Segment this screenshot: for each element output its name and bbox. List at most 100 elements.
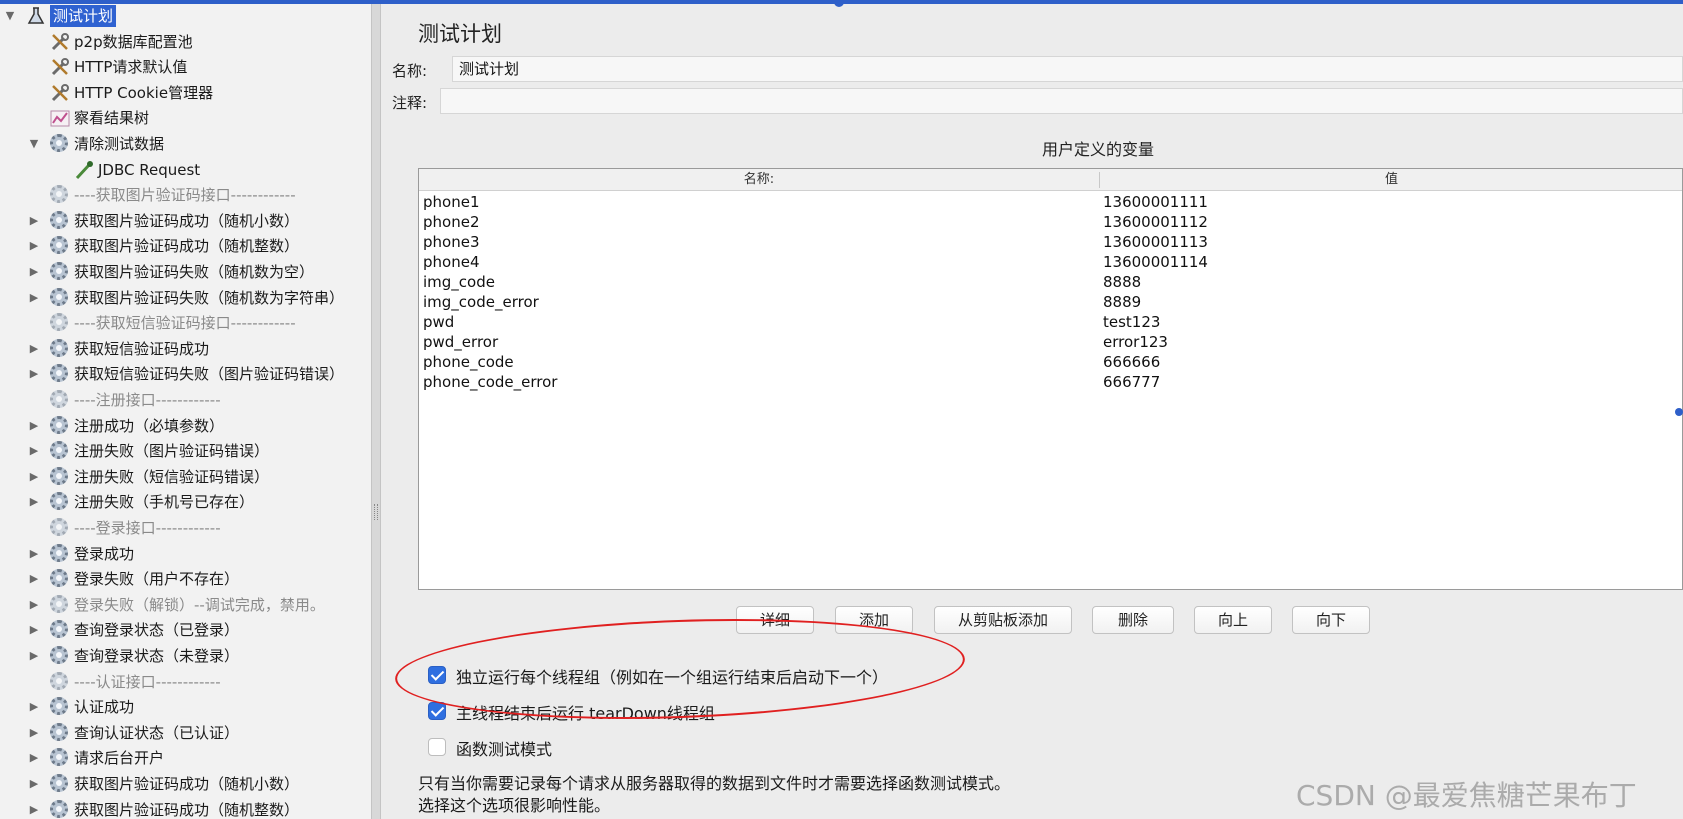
collapsed-arrow-icon[interactable]: ▶ (28, 644, 40, 668)
tree-item[interactable]: ▼ 清除测试数据 (0, 132, 371, 156)
table-row[interactable]: phone_code 666666 (419, 352, 1682, 373)
table-row[interactable]: phone3 13600001113 (419, 232, 1682, 253)
teardown-checkbox[interactable] (428, 702, 446, 720)
tree-item[interactable]: ----获取短信验证码接口------------ (0, 311, 371, 335)
tree-item[interactable]: ▶ 获取图片验证码失败（随机数为空） (0, 260, 371, 284)
collapsed-arrow-icon[interactable]: ▶ (28, 465, 40, 489)
tree-item[interactable]: ▼ 测试计划 (0, 4, 371, 28)
variable-value-cell[interactable]: test123 (1103, 312, 1160, 333)
collapsed-arrow-icon[interactable]: ▶ (28, 260, 40, 284)
column-header-value[interactable]: 值 (1099, 169, 1683, 191)
variable-name-cell[interactable]: pwd_error (423, 332, 498, 353)
variable-name-cell[interactable]: img_code (423, 272, 495, 293)
add-button[interactable]: 添加 (835, 606, 913, 634)
tree-item[interactable]: ▶ 查询认证状态（已认证） (0, 721, 371, 745)
table-row[interactable]: pwd_error error123 (419, 332, 1682, 353)
tree-item[interactable]: ----获取图片验证码接口------------ (0, 183, 371, 207)
column-header-name[interactable]: 名称: (419, 169, 1099, 191)
tree-item[interactable]: ▶ 获取图片验证码失败（随机数为字符串） (0, 286, 371, 310)
collapsed-arrow-icon[interactable]: ▶ (28, 746, 40, 770)
variable-name-cell[interactable]: phone_code_error (423, 372, 557, 393)
detail-button[interactable]: 详细 (736, 606, 814, 634)
tree-item[interactable]: ▶ 登录成功 (0, 542, 371, 566)
variable-value-cell[interactable]: 13600001114 (1103, 252, 1208, 273)
add-from-clipboard-button[interactable]: 从剪贴板添加 (934, 606, 1072, 634)
tree-item[interactable]: ▶ 登录失败（用户不存在） (0, 567, 371, 591)
tree-item[interactable]: ▶ 请求后台开户 (0, 746, 371, 770)
comment-field[interactable] (440, 88, 1683, 114)
tree-item[interactable]: ----注册接口------------ (0, 388, 371, 412)
tree-item[interactable]: ▶ 获取图片验证码成功（随机小数） (0, 209, 371, 233)
collapsed-arrow-icon[interactable]: ▶ (28, 209, 40, 233)
expanded-arrow-icon[interactable]: ▼ (28, 132, 40, 156)
variable-name-cell[interactable]: phone3 (423, 232, 479, 253)
tree-item[interactable]: HTTP请求默认值 (0, 55, 371, 79)
tree-item[interactable]: ----认证接口------------ (0, 670, 371, 694)
user-variables-table[interactable]: 名称: 值 phone1 13600001111 phone2 13600001112… (418, 168, 1683, 590)
collapsed-arrow-icon[interactable]: ▶ (28, 593, 40, 617)
variable-value-cell[interactable]: 13600001111 (1103, 192, 1208, 213)
variable-value-cell[interactable]: 13600001113 (1103, 232, 1208, 253)
name-field[interactable]: 测试计划 (452, 56, 1683, 82)
collapsed-arrow-icon[interactable]: ▶ (28, 542, 40, 566)
collapsed-arrow-icon[interactable]: ▶ (28, 286, 40, 310)
collapsed-arrow-icon[interactable]: ▶ (28, 567, 40, 591)
collapsed-arrow-icon[interactable]: ▶ (28, 721, 40, 745)
variable-value-cell[interactable]: 666666 (1103, 352, 1160, 373)
collapsed-arrow-icon[interactable]: ▶ (28, 414, 40, 438)
table-row[interactable]: phone2 13600001112 (419, 212, 1682, 233)
collapsed-arrow-icon[interactable]: ▶ (28, 618, 40, 642)
tree-item[interactable]: ▶ 查询登录状态（未登录） (0, 644, 371, 668)
variable-value-cell[interactable]: 13600001112 (1103, 212, 1208, 233)
tree-item[interactable]: ▶ 认证成功 (0, 695, 371, 719)
splitter-grip[interactable] (374, 504, 378, 520)
tree-item[interactable]: ▶ 注册失败（短信验证码错误） (0, 465, 371, 489)
collapsed-arrow-icon[interactable]: ▶ (28, 337, 40, 361)
tree-item[interactable]: ▶ 注册失败（手机号已存在） (0, 490, 371, 514)
tree-item[interactable]: ▶ 获取图片验证码成功（随机小数） (0, 772, 371, 796)
table-row[interactable]: pwd test123 (419, 312, 1682, 333)
table-row[interactable]: phone1 13600001111 (419, 192, 1682, 213)
collapsed-arrow-icon[interactable]: ▶ (28, 798, 40, 819)
tree-item[interactable]: ----登录接口------------ (0, 516, 371, 540)
tree-item[interactable]: HTTP Cookie管理器 (0, 81, 371, 105)
edge-resize-handle[interactable] (1675, 408, 1683, 416)
table-row[interactable]: phone4 13600001114 (419, 252, 1682, 273)
table-row[interactable]: phone_code_error 666777 (419, 372, 1682, 393)
panel-splitter[interactable] (371, 4, 381, 819)
tree-item[interactable]: ▶ 获取短信验证码成功 (0, 337, 371, 361)
move-up-button[interactable]: 向上 (1194, 606, 1272, 634)
variable-name-cell[interactable]: img_code_error (423, 292, 539, 313)
variable-value-cell[interactable]: error123 (1103, 332, 1168, 353)
expanded-arrow-icon[interactable]: ▼ (4, 4, 16, 28)
functional-mode-checkbox[interactable] (428, 738, 446, 756)
tree-item[interactable]: p2p数据库配置池 (0, 30, 371, 54)
variable-value-cell[interactable]: 8889 (1103, 292, 1141, 313)
tree-item[interactable]: ▶ 注册失败（图片验证码错误） (0, 439, 371, 463)
table-row[interactable]: img_code 8888 (419, 272, 1682, 293)
test-plan-tree[interactable]: ▼ 测试计划 p2p数据库配置池 HTTP请求默认值 HTTP Cookie管理器 察看结… (0, 4, 371, 819)
variable-name-cell[interactable]: phone4 (423, 252, 479, 273)
collapsed-arrow-icon[interactable]: ▶ (28, 362, 40, 386)
tree-item[interactable]: ▶ 注册成功（必填参数） (0, 414, 371, 438)
tree-item[interactable]: 察看结果树 (0, 106, 371, 130)
variable-name-cell[interactable]: phone_code (423, 352, 514, 373)
run-groups-checkbox[interactable] (428, 666, 446, 684)
collapsed-arrow-icon[interactable]: ▶ (28, 772, 40, 796)
variable-name-cell[interactable]: phone2 (423, 212, 479, 233)
collapsed-arrow-icon[interactable]: ▶ (28, 234, 40, 258)
collapsed-arrow-icon[interactable]: ▶ (28, 439, 40, 463)
collapsed-arrow-icon[interactable]: ▶ (28, 695, 40, 719)
move-down-button[interactable]: 向下 (1292, 606, 1370, 634)
variable-name-cell[interactable]: pwd (423, 312, 454, 333)
table-row[interactable]: img_code_error 8889 (419, 292, 1682, 313)
tree-item[interactable]: JDBC Request (0, 158, 371, 182)
collapsed-arrow-icon[interactable]: ▶ (28, 490, 40, 514)
tree-item[interactable]: ▶ 获取图片验证码成功（随机整数） (0, 798, 371, 819)
variable-value-cell[interactable]: 666777 (1103, 372, 1160, 393)
tree-item[interactable]: ▶ 查询登录状态（已登录） (0, 618, 371, 642)
variable-value-cell[interactable]: 8888 (1103, 272, 1141, 293)
tree-item[interactable]: ▶ 登录失败（解锁）--调试完成，禁用。 (0, 593, 371, 617)
tree-item[interactable]: ▶ 获取图片验证码成功（随机整数） (0, 234, 371, 258)
delete-button[interactable]: 删除 (1092, 606, 1174, 634)
